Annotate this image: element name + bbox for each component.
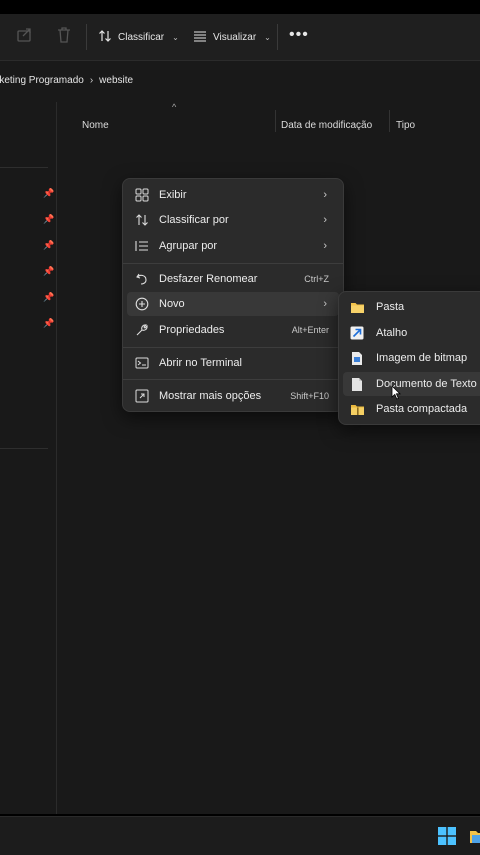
chevron-right-icon: › bbox=[323, 189, 327, 201]
sort-ascending-icon: ^ bbox=[172, 102, 177, 112]
new-submenu: Pasta Atalho Imagem de bitmap Documento … bbox=[338, 291, 480, 425]
column-header-name[interactable]: Nome bbox=[82, 120, 109, 131]
menu-item-view[interactable]: Exibir › bbox=[127, 183, 339, 207]
menu-item-label: Mostrar mais opções bbox=[159, 390, 262, 402]
sort-button[interactable]: Classificar ⌄ bbox=[98, 24, 179, 50]
text-document-icon bbox=[349, 376, 365, 392]
submenu-item-label: Atalho bbox=[376, 327, 408, 339]
toolbar-divider bbox=[86, 24, 87, 50]
sort-icon bbox=[98, 29, 112, 46]
chevron-down-icon: ⌄ bbox=[172, 32, 179, 42]
wrench-icon bbox=[134, 322, 150, 338]
list-icon bbox=[134, 238, 150, 254]
chevron-right-icon: › bbox=[323, 214, 327, 226]
pin-icon: 📌 bbox=[43, 318, 55, 328]
delete-icon[interactable] bbox=[55, 26, 75, 46]
nav-divider bbox=[0, 167, 48, 168]
menu-item-label: Exibir bbox=[159, 189, 187, 201]
column-resize-handle[interactable] bbox=[275, 110, 276, 132]
more-options-icon[interactable]: ••• bbox=[289, 26, 309, 44]
column-header-date[interactable]: Data de modificação bbox=[281, 120, 372, 131]
menu-item-label: Classificar por bbox=[159, 214, 229, 226]
breadcrumb-item-parent[interactable]: rketing Programado bbox=[0, 75, 84, 86]
menu-item-open-terminal[interactable]: Abrir no Terminal bbox=[127, 351, 339, 375]
submenu-item-folder[interactable]: Pasta bbox=[343, 295, 480, 319]
menu-item-label: Desfazer Renomear bbox=[159, 273, 258, 285]
sort-icon bbox=[134, 212, 150, 228]
navigation-pane: 📌 📌 📌 📌 📌 📌 bbox=[0, 102, 57, 814]
menu-item-new[interactable]: Novo › bbox=[127, 292, 339, 316]
folder-icon bbox=[349, 299, 365, 315]
pin-icon: 📌 bbox=[43, 214, 55, 224]
submenu-item-label: Pasta bbox=[376, 301, 405, 313]
shortcut-icon bbox=[349, 325, 365, 341]
submenu-item-shortcut[interactable]: Atalho bbox=[343, 321, 480, 345]
grid-icon bbox=[134, 187, 150, 203]
menu-item-properties[interactable]: Propriedades Alt+Enter bbox=[127, 318, 339, 342]
sort-button-label: Classificar bbox=[118, 31, 165, 43]
menu-separator bbox=[123, 263, 343, 264]
expand-icon bbox=[134, 388, 150, 404]
toolbar-divider bbox=[277, 24, 278, 50]
column-header-type[interactable]: Tipo bbox=[396, 120, 415, 131]
submenu-item-bitmap-image[interactable]: Imagem de bitmap bbox=[343, 346, 480, 370]
zip-folder-icon bbox=[349, 401, 365, 417]
menu-item-label: Agrupar por bbox=[159, 240, 218, 252]
terminal-icon bbox=[134, 355, 150, 371]
context-menu: Exibir › Classificar por › Agrupar por ›… bbox=[122, 178, 344, 412]
submenu-item-label: Imagem de bitmap bbox=[376, 352, 468, 364]
view-button[interactable]: Visualizar ⌄ bbox=[193, 24, 271, 50]
chevron-right-icon: › bbox=[89, 74, 94, 86]
pin-icon: 📌 bbox=[43, 266, 55, 276]
menu-item-label: Propriedades bbox=[159, 324, 225, 336]
pin-icon: 📌 bbox=[43, 292, 55, 302]
menu-separator bbox=[123, 347, 343, 348]
bitmap-icon bbox=[349, 350, 365, 366]
menu-item-sort-by[interactable]: Classificar por › bbox=[127, 208, 339, 232]
pin-icon: 📌 bbox=[43, 240, 55, 250]
menu-item-label: Novo bbox=[159, 298, 185, 310]
menu-item-show-more-options[interactable]: Mostrar mais opções Shift+F10 bbox=[127, 384, 339, 408]
mouse-cursor-icon bbox=[391, 385, 401, 405]
menu-item-shortcut: Ctrl+Z bbox=[304, 274, 329, 284]
plus-circle-icon bbox=[134, 296, 150, 312]
submenu-item-compressed-folder[interactable]: Pasta compactada bbox=[343, 397, 480, 421]
taskbar bbox=[0, 816, 480, 855]
breadcrumb: rketing Programado › website bbox=[0, 68, 480, 92]
menu-item-group-by[interactable]: Agrupar por › bbox=[127, 234, 339, 258]
share-icon[interactable] bbox=[16, 26, 36, 46]
breadcrumb-item-current[interactable]: website bbox=[99, 75, 133, 86]
menu-separator bbox=[123, 379, 343, 380]
menu-item-undo-rename[interactable]: Desfazer Renomear Ctrl+Z bbox=[127, 267, 339, 291]
column-headers: ^ Nome Data de modificação Tipo bbox=[57, 102, 480, 140]
submenu-item-label: Pasta compactada bbox=[376, 403, 468, 415]
windows-start-icon[interactable] bbox=[438, 827, 456, 845]
nav-divider bbox=[0, 448, 48, 449]
column-resize-handle[interactable] bbox=[389, 110, 390, 132]
file-explorer-taskbar-icon[interactable] bbox=[470, 827, 480, 845]
pin-icon: 📌 bbox=[43, 188, 55, 198]
menu-item-label: Abrir no Terminal bbox=[159, 357, 242, 369]
chevron-right-icon: › bbox=[323, 240, 327, 252]
view-button-label: Visualizar bbox=[213, 31, 257, 43]
view-list-icon bbox=[193, 29, 207, 46]
chevron-right-icon: › bbox=[323, 298, 327, 310]
menu-item-shortcut: Shift+F10 bbox=[290, 391, 329, 401]
submenu-item-text-document[interactable]: Documento de Texto bbox=[343, 372, 480, 396]
menu-item-shortcut: Alt+Enter bbox=[291, 325, 329, 335]
command-bar: Classificar ⌄ Visualizar ⌄ ••• bbox=[0, 14, 480, 61]
undo-icon bbox=[134, 271, 150, 287]
chevron-down-icon: ⌄ bbox=[264, 32, 271, 42]
